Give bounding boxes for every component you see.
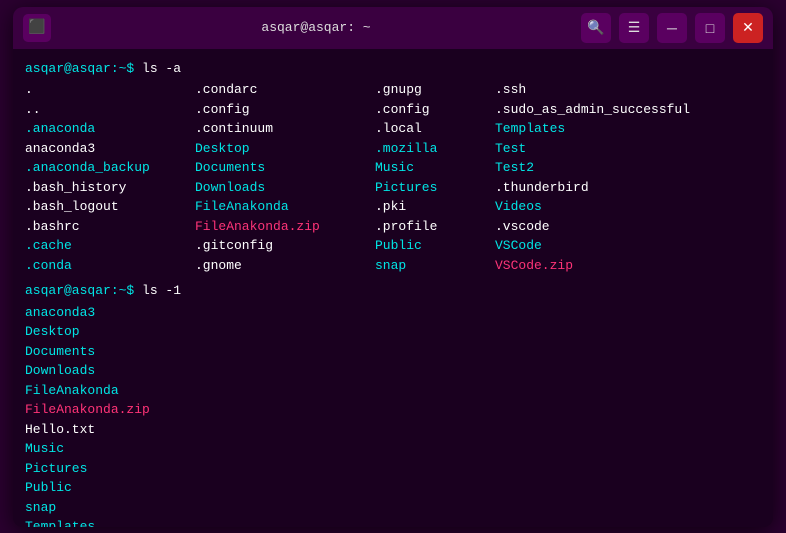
ls-col-1: . .. .anaconda anaconda3 .anaconda_backu… <box>25 80 195 275</box>
ls-col-3: .gnupg .config .local .mozilla Music Pic… <box>375 80 495 275</box>
titlebar: ⬛ asqar@asqar: ~ 🔍 ☰ ─ □ ✕ <box>13 7 773 49</box>
cmd-ls-a: ls -a <box>142 61 181 76</box>
menu-button[interactable]: ☰ <box>619 13 649 43</box>
close-button[interactable]: ✕ <box>733 13 763 43</box>
terminal-window: ⬛ asqar@asqar: ~ 🔍 ☰ ─ □ ✕ asqar@asqar:~… <box>13 7 773 527</box>
prompt-user: asqar@asqar:~$ <box>25 61 134 76</box>
prompt-ls-1: asqar@asqar:~$ ls -1 <box>25 281 761 301</box>
prompt-ls-a: asqar@asqar:~$ ls -a <box>25 59 761 79</box>
ls-1-output: anaconda3 Desktop Documents Downloads Fi… <box>25 303 761 527</box>
titlebar-controls: 🔍 ☰ ─ □ ✕ <box>581 13 763 43</box>
terminal-icon: ⬛ <box>23 14 51 42</box>
titlebar-left: ⬛ <box>23 14 51 42</box>
prompt-user-2: asqar@asqar:~$ <box>25 283 134 298</box>
cmd-ls-1: ls -1 <box>142 283 181 298</box>
ls-a-output: . .. .anaconda anaconda3 .anaconda_backu… <box>25 80 761 275</box>
titlebar-title: asqar@asqar: ~ <box>261 20 370 35</box>
terminal-body[interactable]: asqar@asqar:~$ ls -a . .. .anaconda anac… <box>13 49 773 527</box>
minimize-button[interactable]: ─ <box>657 13 687 43</box>
ls-col-2: .condarc .config .continuum Desktop Docu… <box>195 80 375 275</box>
ls-col-4: .ssh .sudo_as_admin_successful Templates… <box>495 80 761 275</box>
search-button[interactable]: 🔍 <box>581 13 611 43</box>
maximize-button[interactable]: □ <box>695 13 725 43</box>
